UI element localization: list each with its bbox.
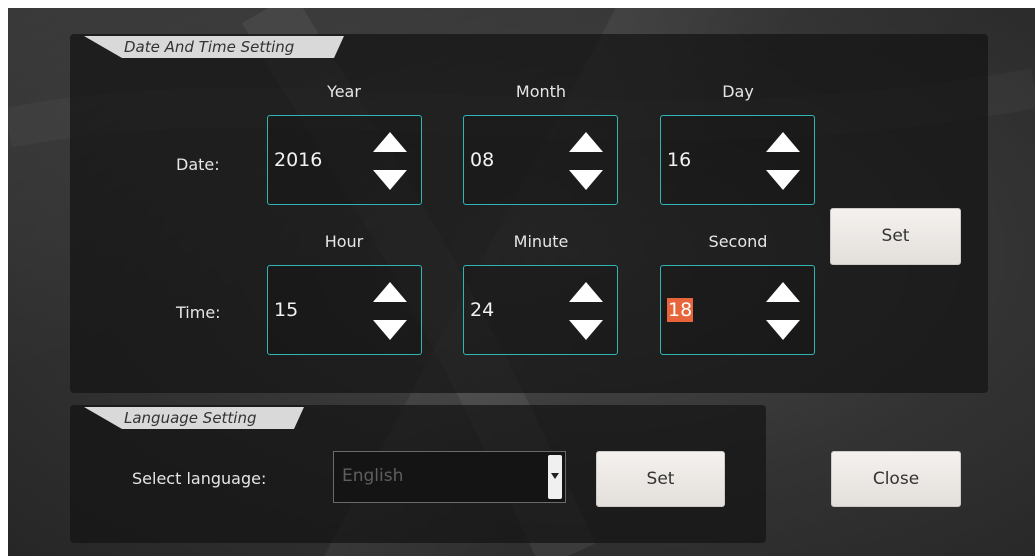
year-value[interactable]: 2016 <box>274 148 322 172</box>
time-label: Time: <box>176 303 221 322</box>
select-language-label: Select language: <box>132 469 267 488</box>
day-header: Day <box>722 82 754 101</box>
close-button[interactable]: Close <box>831 451 961 507</box>
language-select-value[interactable]: English <box>342 466 403 486</box>
hour-value[interactable]: 15 <box>274 298 298 322</box>
language-set-button[interactable]: Set <box>596 451 725 507</box>
minute-header: Minute <box>513 232 569 251</box>
second-header: Second <box>708 232 768 251</box>
minute-down-arrow-icon[interactable] <box>569 320 603 340</box>
date-time-set-button[interactable]: Set <box>830 208 961 265</box>
language-select[interactable]: English <box>333 451 566 503</box>
month-spinner[interactable]: 08 <box>463 115 618 205</box>
minute-up-arrow-icon[interactable] <box>569 282 603 302</box>
month-header: Month <box>515 82 567 101</box>
second-spinner[interactable]: 18 <box>660 265 815 355</box>
minute-value[interactable]: 24 <box>470 298 494 322</box>
second-value[interactable]: 18 <box>667 298 694 322</box>
day-spinner[interactable]: 16 <box>660 115 815 205</box>
hour-spinner[interactable]: 15 <box>267 265 422 355</box>
year-up-arrow-icon[interactable] <box>373 132 407 152</box>
date-time-tab: Date And Time Setting <box>84 36 344 58</box>
dropdown-button[interactable] <box>548 455 562 499</box>
language-tab: Language Setting <box>84 407 304 429</box>
second-down-arrow-icon[interactable] <box>766 320 800 340</box>
hour-up-arrow-icon[interactable] <box>373 282 407 302</box>
hour-header: Hour <box>324 232 364 251</box>
day-up-arrow-icon[interactable] <box>766 132 800 152</box>
second-up-arrow-icon[interactable] <box>766 282 800 302</box>
date-label: Date: <box>176 155 220 174</box>
day-down-arrow-icon[interactable] <box>766 170 800 190</box>
language-title: Language Setting <box>124 409 257 427</box>
month-value[interactable]: 08 <box>470 148 494 172</box>
month-down-arrow-icon[interactable] <box>569 170 603 190</box>
chevron-down-icon <box>551 473 559 479</box>
settings-screen: Date And Time Setting Year Month Day Dat… <box>8 8 1035 556</box>
date-time-title: Date And Time Setting <box>124 38 295 56</box>
day-value[interactable]: 16 <box>667 148 691 172</box>
month-up-arrow-icon[interactable] <box>569 132 603 152</box>
year-spinner[interactable]: 2016 <box>267 115 422 205</box>
year-header: Year <box>327 82 361 101</box>
hour-down-arrow-icon[interactable] <box>373 320 407 340</box>
year-down-arrow-icon[interactable] <box>373 170 407 190</box>
minute-spinner[interactable]: 24 <box>463 265 618 355</box>
